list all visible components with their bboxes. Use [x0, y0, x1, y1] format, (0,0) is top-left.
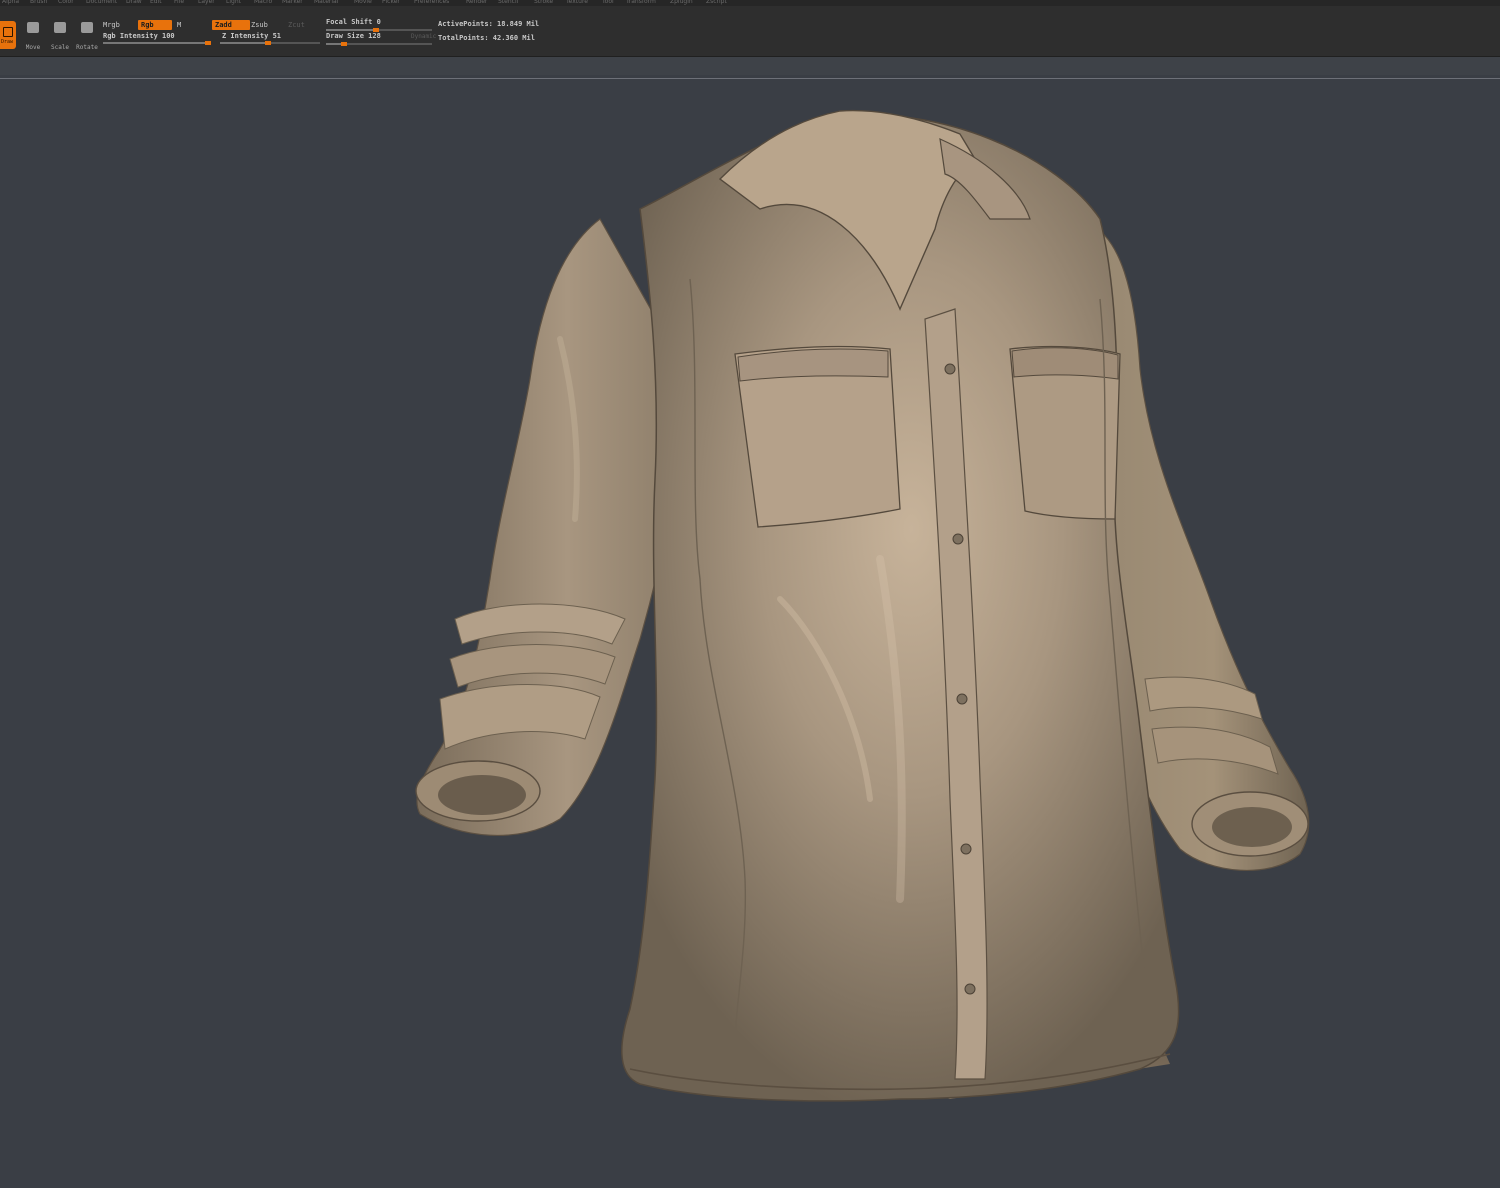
- draw-label: Draw: [1, 39, 14, 45]
- menu-item-document[interactable]: Document: [86, 0, 117, 5]
- focal-shift-label: Focal Shift 0: [326, 18, 381, 26]
- menu-item-preferences[interactable]: Preferences: [414, 0, 449, 5]
- z-intensity-label: Z Intensity 51: [222, 32, 282, 40]
- draw-icon: [3, 27, 13, 37]
- menu-item-light[interactable]: Light: [226, 0, 241, 5]
- scale-mode-button[interactable]: Scale: [47, 20, 73, 51]
- menu-item-draw[interactable]: Draw: [126, 0, 142, 5]
- z-intensity-slider[interactable]: [220, 41, 320, 45]
- right-pocket-flap: [1011, 347, 1119, 380]
- draw-size-label: Draw Size 128: [326, 32, 381, 40]
- menu-item-picker[interactable]: Picker: [382, 0, 400, 5]
- scale-label: Scale: [50, 44, 70, 51]
- rotate-mode-button[interactable]: Rotate: [74, 20, 100, 51]
- menu-item-stencil[interactable]: Stencil: [498, 0, 518, 5]
- menu-item-zscript[interactable]: Zscript: [706, 0, 727, 5]
- rgb-intensity-label: Rgb Intensity 100: [103, 32, 175, 40]
- rgb-intensity-slider[interactable]: [103, 41, 211, 45]
- button-4: [960, 843, 972, 855]
- shirt-sculpt-render: [415, 109, 1310, 1102]
- top-shelf-toolbar: Draw Move Scale Rotate Mrgb Rgb M Rgb In…: [0, 6, 1500, 57]
- active-points-readout: ActivePoints: 18.849 Mil: [438, 20, 540, 28]
- button-5: [964, 983, 976, 995]
- draw-mode-button[interactable]: Draw: [0, 21, 16, 49]
- focal-shift-slider[interactable]: [326, 28, 432, 32]
- total-points-readout: TotalPoints: 42.360 Mil: [438, 34, 535, 42]
- button-2: [952, 533, 964, 545]
- rotate-label: Rotate: [76, 44, 98, 51]
- menu-item-transform[interactable]: Transform: [626, 0, 656, 5]
- right-cuff-inner: [1212, 807, 1292, 847]
- menu-item-render[interactable]: Render: [466, 0, 487, 5]
- canvas-viewport[interactable]: [0, 79, 1500, 1184]
- mrgb-toggle[interactable]: Mrgb: [103, 21, 120, 29]
- zsub-toggle[interactable]: Zsub: [251, 21, 268, 29]
- button-3: [956, 693, 968, 705]
- menu-item-stroke[interactable]: Stroke: [534, 0, 553, 5]
- menu-item-alpha[interactable]: Alpha: [2, 0, 19, 5]
- menu-item-zplugin[interactable]: Zplugin: [670, 0, 693, 5]
- draw-size-knob[interactable]: [341, 42, 347, 46]
- toolbar-gap: [0, 57, 1500, 75]
- z-intensity-fill: [220, 42, 271, 44]
- menu-item-color[interactable]: Color: [58, 0, 74, 5]
- rotate-icon: [81, 22, 93, 33]
- rgb-intensity-knob[interactable]: [205, 41, 211, 45]
- scale-icon: [54, 22, 66, 33]
- zcut-toggle[interactable]: Zcut: [288, 21, 305, 29]
- menu-item-tool[interactable]: Tool: [602, 0, 614, 5]
- button-1: [944, 363, 956, 375]
- move-icon: [27, 22, 39, 33]
- dynamic-toggle[interactable]: Dynamic: [411, 33, 436, 40]
- move-mode-button[interactable]: Move: [20, 20, 46, 51]
- rgb-toggle[interactable]: Rgb: [138, 20, 172, 30]
- zadd-toggle[interactable]: Zadd: [212, 20, 250, 30]
- rgb-intensity-fill: [103, 42, 211, 44]
- menu-item-texture[interactable]: Texture: [566, 0, 588, 5]
- menu-item-file[interactable]: File: [174, 0, 184, 5]
- menu-item-movie[interactable]: Movie: [354, 0, 372, 5]
- move-label: Move: [25, 44, 41, 51]
- left-pocket-flap: [737, 348, 889, 382]
- menu-item-layer[interactable]: Layer: [198, 0, 215, 5]
- menu-item-brush[interactable]: Brush: [30, 0, 47, 5]
- m-toggle[interactable]: M: [177, 21, 181, 29]
- menu-item-macro[interactable]: Macro: [254, 0, 272, 5]
- focal-shift-fill: [326, 29, 379, 31]
- z-intensity-knob[interactable]: [265, 41, 271, 45]
- menu-item-marker[interactable]: Marker: [282, 0, 303, 5]
- left-cuff-inner: [438, 775, 526, 815]
- menu-item-material[interactable]: Material: [314, 0, 338, 5]
- menu-item-edit[interactable]: Edit: [150, 0, 162, 5]
- draw-size-slider[interactable]: [326, 42, 432, 46]
